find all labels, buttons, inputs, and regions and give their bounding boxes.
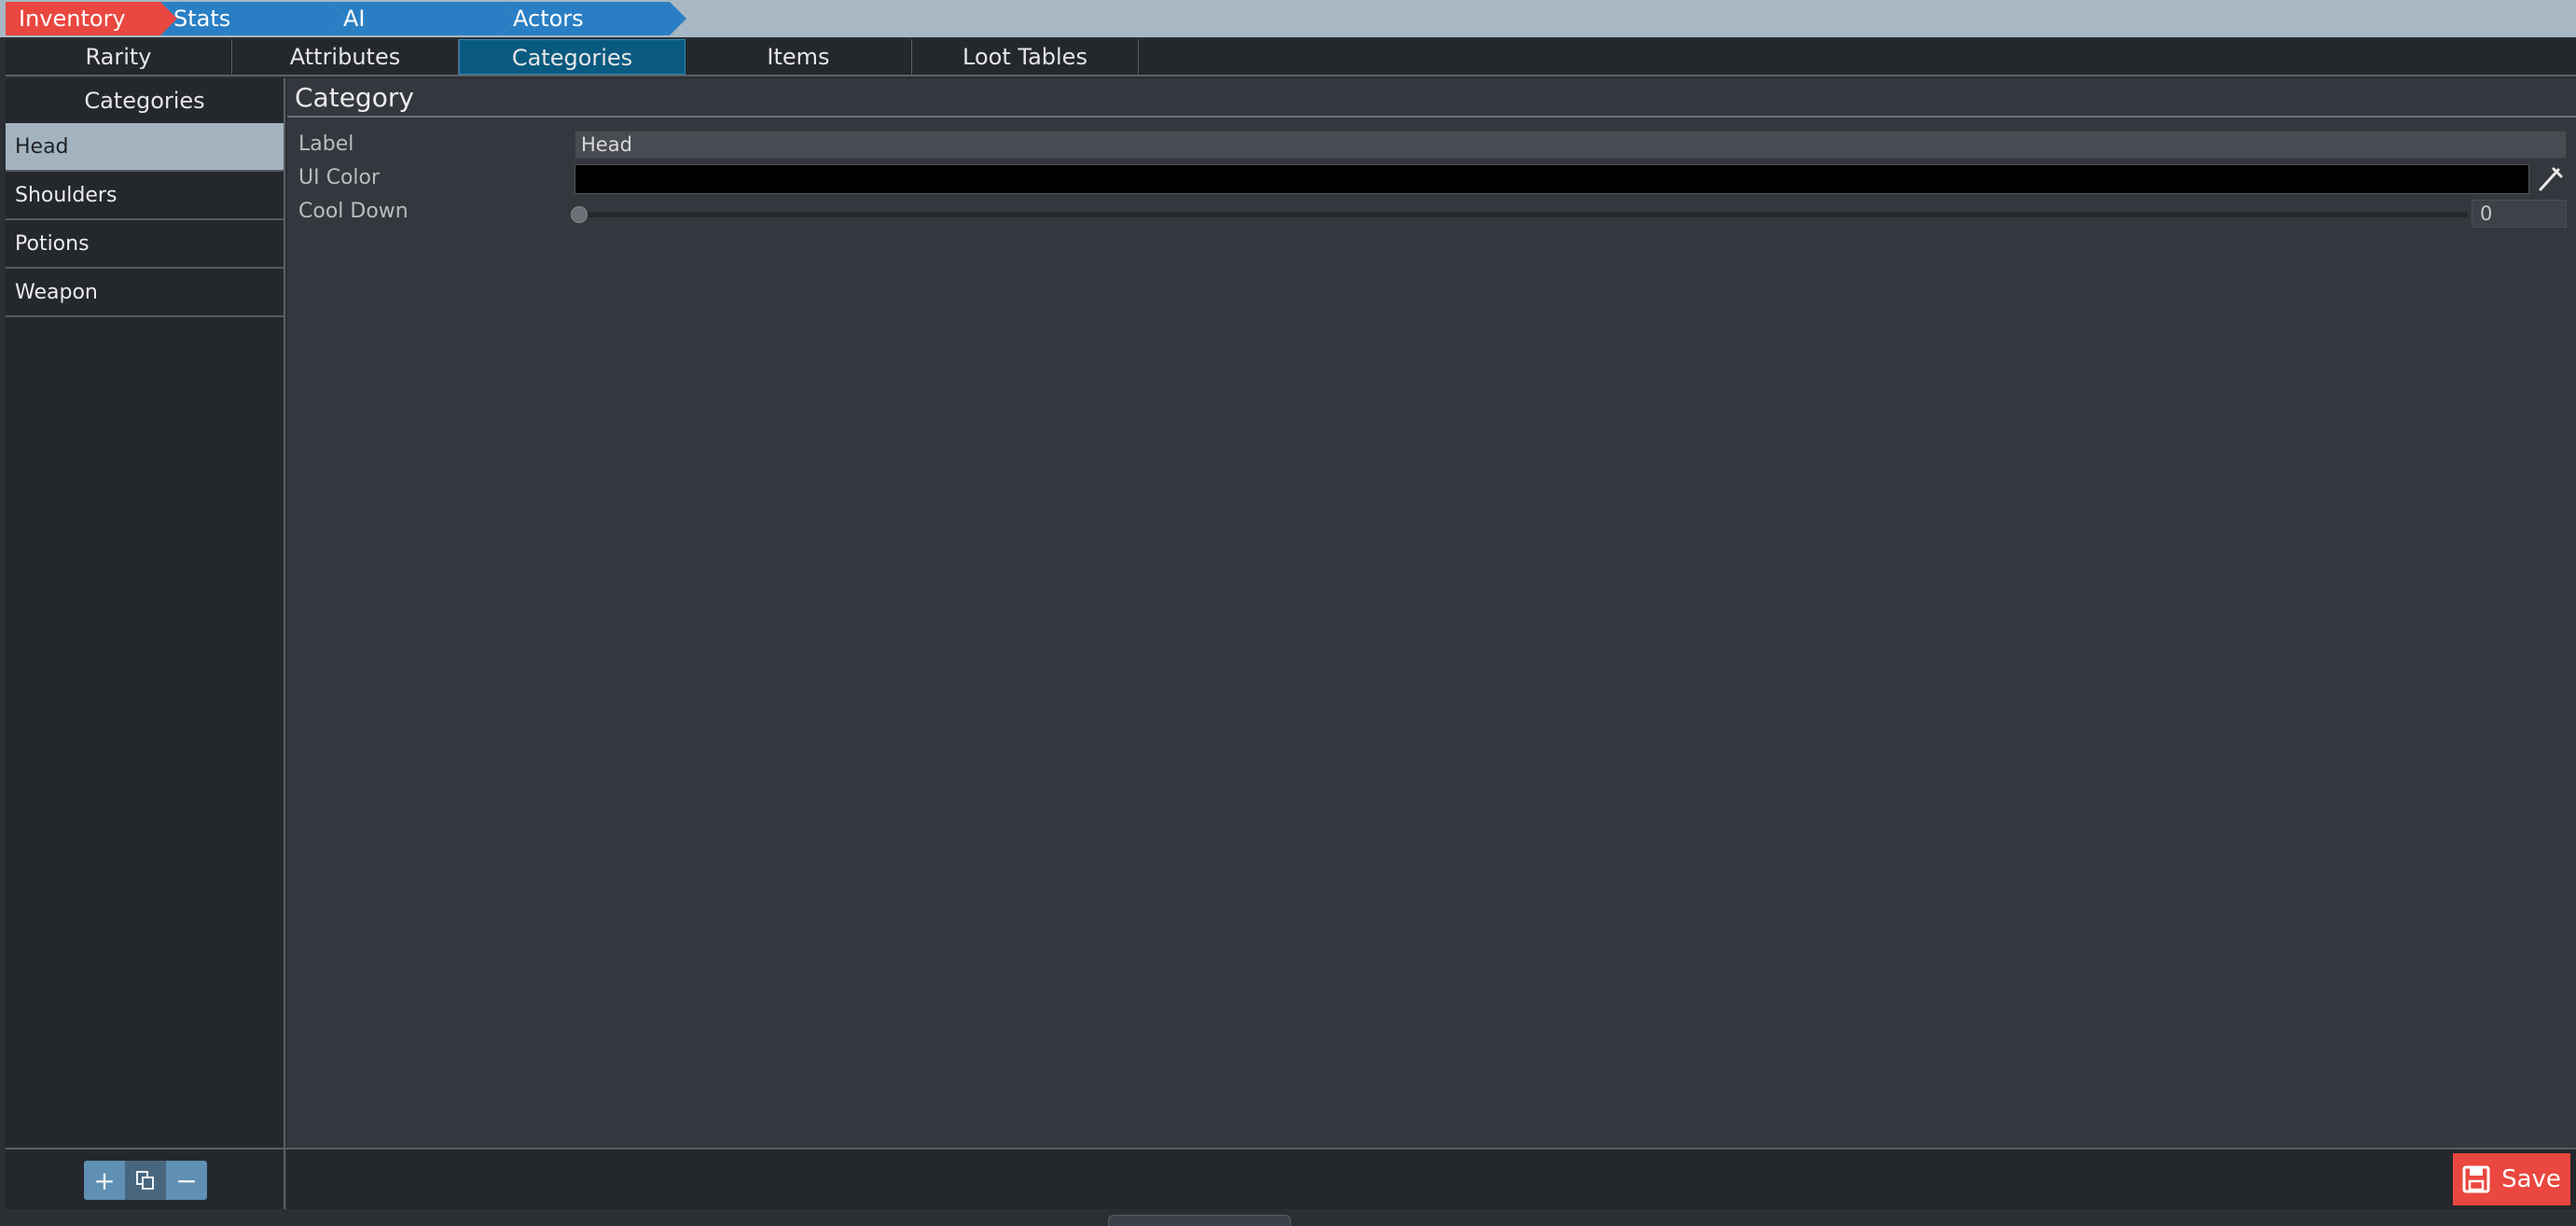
- list-item-potions[interactable]: Potions: [6, 220, 284, 269]
- minus-icon: −: [175, 1164, 198, 1196]
- cooldown-slider-track[interactable]: [575, 212, 2468, 217]
- detail-title: Category: [295, 82, 414, 113]
- cooldown-slider-handle[interactable]: [571, 206, 588, 223]
- breadcrumb-stats[interactable]: Stats: [160, 2, 347, 35]
- tab-items[interactable]: Items: [686, 39, 912, 75]
- duplicate-category-button[interactable]: [125, 1161, 166, 1200]
- breadcrumb-actors[interactable]: Actors: [500, 2, 686, 35]
- plus-icon: +: [93, 1164, 116, 1196]
- tab-loot-tables[interactable]: Loot Tables: [912, 39, 1139, 75]
- tab-rarity[interactable]: Rarity: [6, 39, 232, 75]
- breadcrumb: Inventory Stats AI Actors: [0, 0, 2576, 37]
- floppy-disk-icon: [2462, 1165, 2490, 1193]
- remove-category-button[interactable]: −: [166, 1161, 207, 1200]
- breadcrumb-inventory[interactable]: Inventory: [6, 2, 177, 35]
- cooldown-value-input[interactable]: [2472, 200, 2567, 228]
- title-divider: [287, 116, 2576, 118]
- list-action-group: + −: [84, 1161, 207, 1200]
- detail-toolbar: [287, 1149, 2576, 1209]
- save-label: Save: [2501, 1165, 2561, 1193]
- category-detail-panel: Category Label UI Color Cool Down: [287, 78, 2576, 1148]
- duplicate-icon: [136, 1171, 154, 1190]
- breadcrumb-ai[interactable]: AI: [330, 2, 517, 35]
- ui-color-swatch[interactable]: [575, 164, 2529, 194]
- add-category-button[interactable]: +: [84, 1161, 125, 1200]
- tab-categories[interactable]: Categories: [459, 39, 686, 75]
- label-field-label: Label: [298, 132, 354, 156]
- tab-attributes[interactable]: Attributes: [232, 39, 459, 75]
- save-button[interactable]: Save: [2453, 1153, 2570, 1205]
- tab-bar: Rarity Attributes Categories Items Loot …: [6, 39, 2576, 77]
- label-input[interactable]: [575, 131, 2567, 159]
- bottom-panel-tab[interactable]: [1108, 1215, 1291, 1226]
- list-header: Categories: [84, 88, 205, 114]
- eyedropper-icon[interactable]: [2533, 164, 2567, 194]
- category-list-panel: Categories Head Shoulders Potions Weapon: [6, 78, 285, 1148]
- cooldown-field-label: Cool Down: [298, 200, 409, 223]
- ui-color-field-label: UI Color: [298, 166, 381, 189]
- list-item-head[interactable]: Head: [6, 123, 284, 172]
- list-item-weapon[interactable]: Weapon: [6, 269, 284, 317]
- list-item-shoulders[interactable]: Shoulders: [6, 172, 284, 220]
